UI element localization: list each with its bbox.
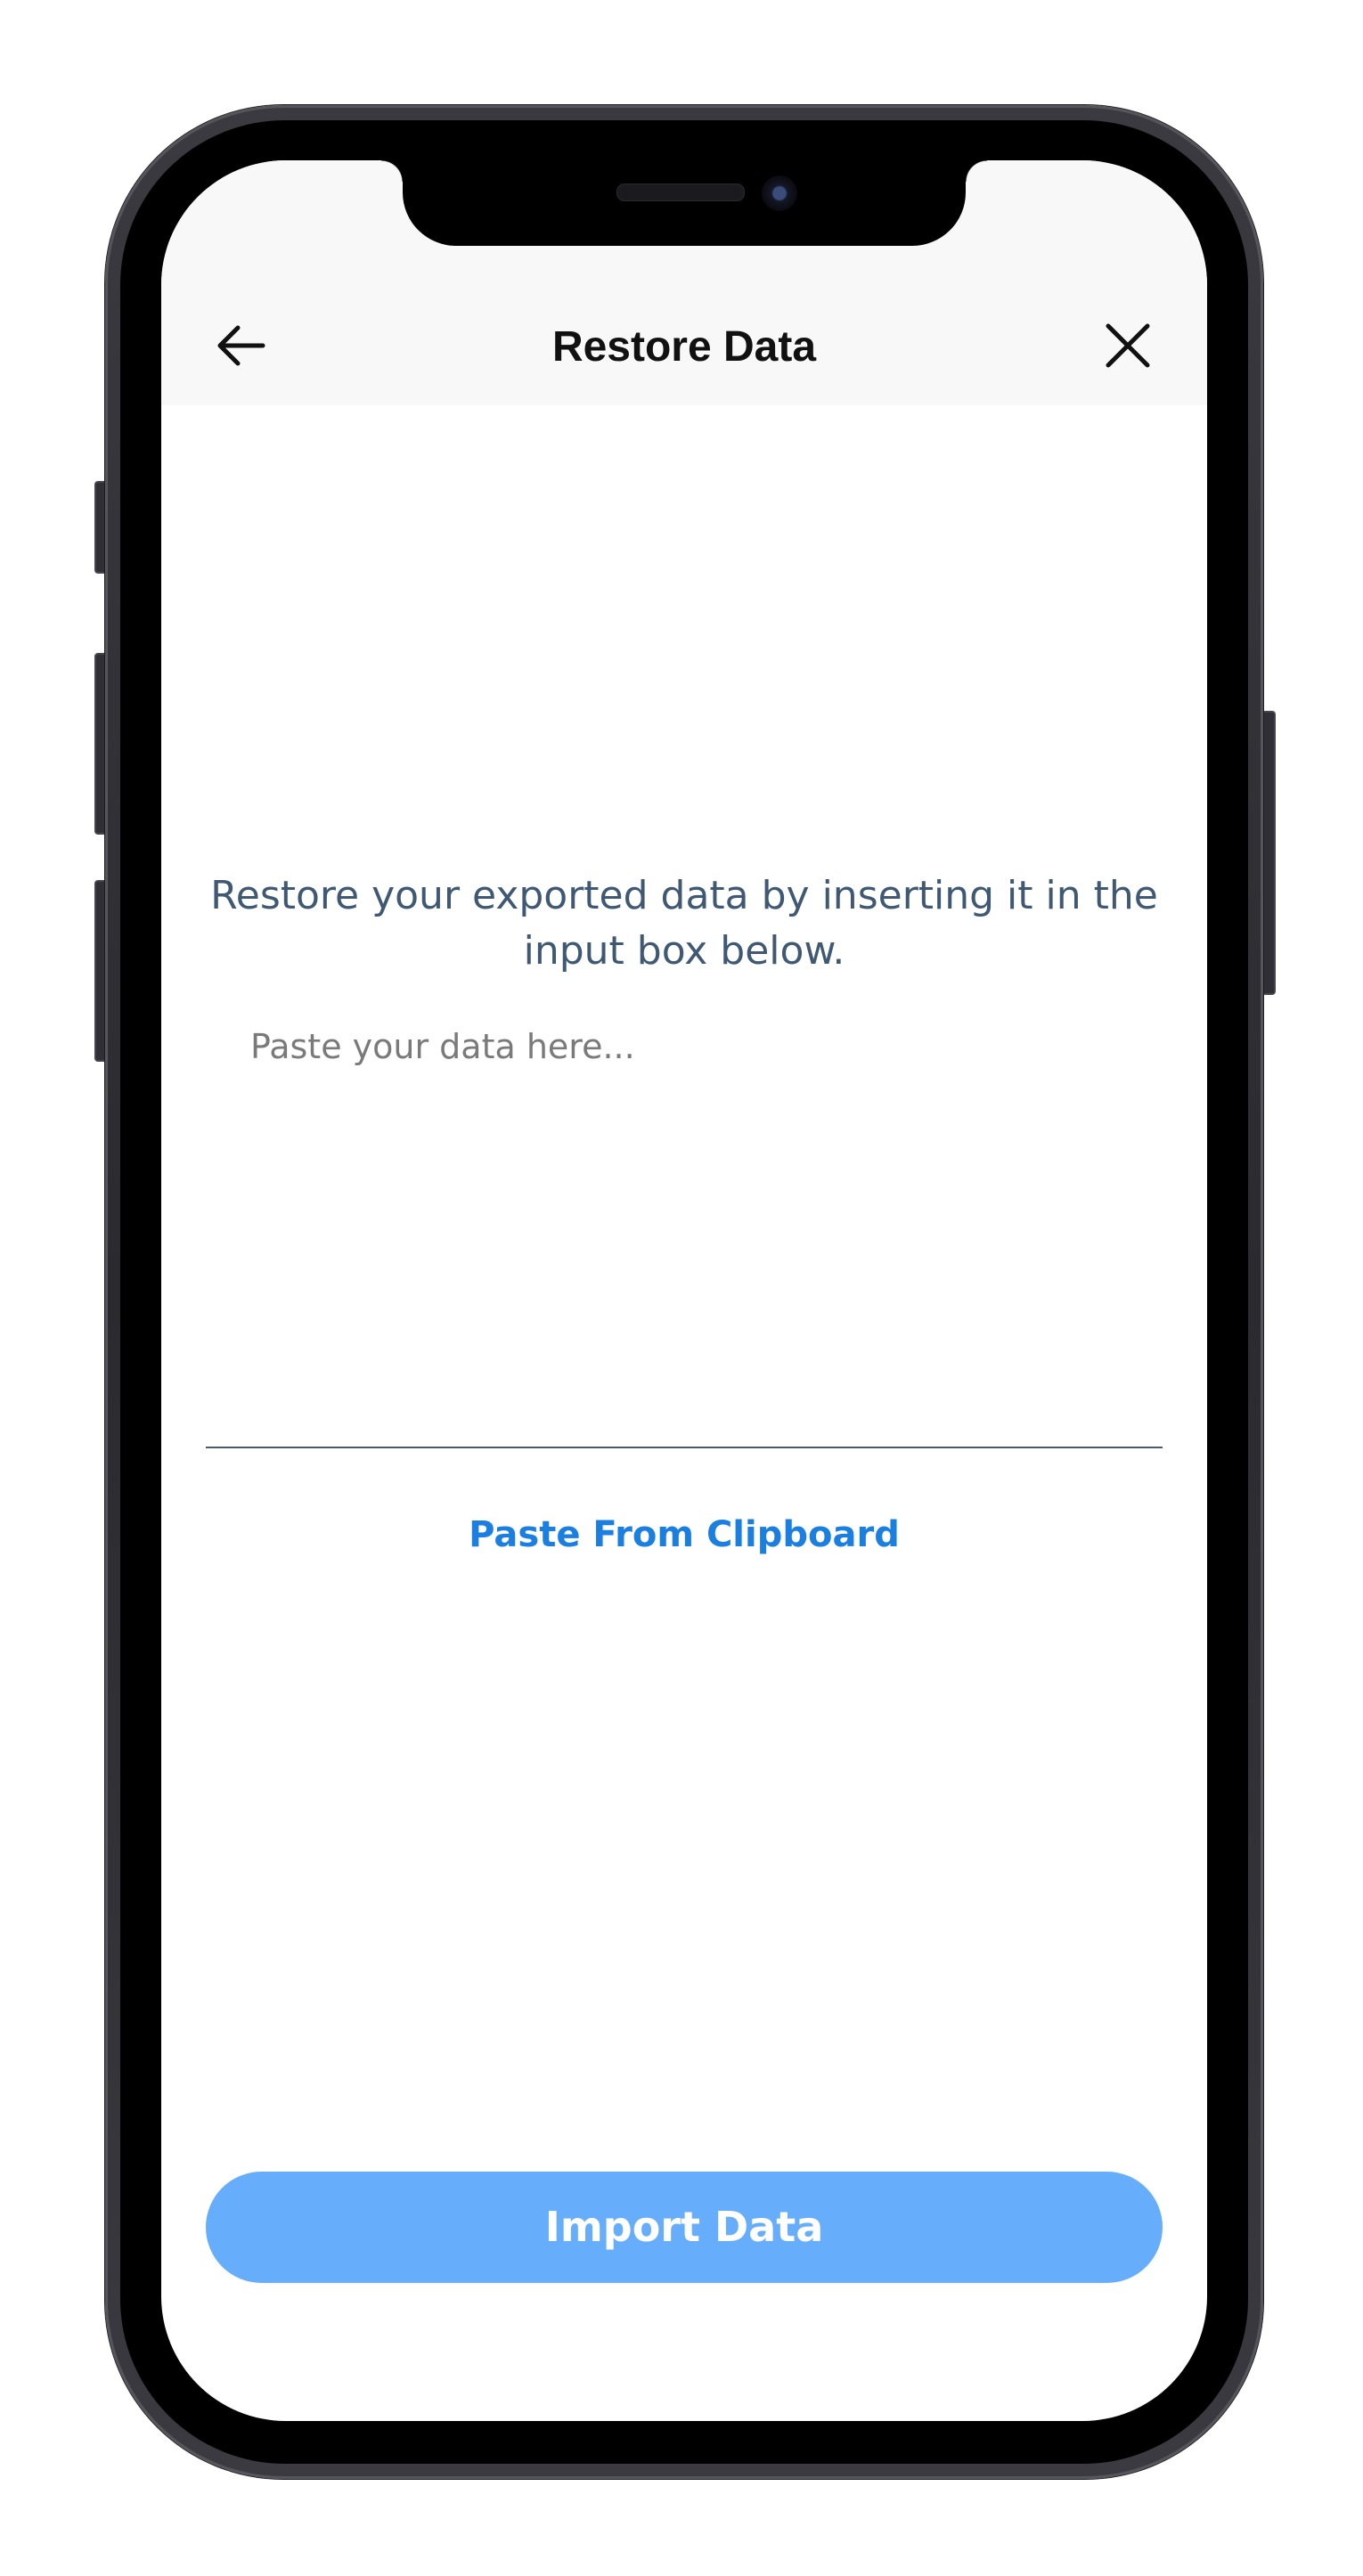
- app-screen: Restore Data Restore your exported data …: [161, 160, 1207, 2421]
- back-button[interactable]: [210, 316, 273, 379]
- import-data-button[interactable]: Import Data: [206, 2172, 1163, 2283]
- notch: [381, 160, 987, 246]
- earpiece-speaker: [616, 183, 745, 201]
- close-button[interactable]: [1097, 316, 1159, 379]
- front-camera: [762, 175, 797, 211]
- device-mockup: Restore Data Restore your exported data …: [0, 0, 1363, 2576]
- power-button: [1261, 711, 1276, 995]
- data-input[interactable]: [206, 1024, 1163, 1448]
- instructions-text: Restore your exported data by inserting …: [210, 873, 1158, 974]
- page-title: Restore Data: [551, 323, 817, 371]
- close-icon: [1103, 321, 1153, 374]
- arrow-left-icon: [213, 317, 270, 378]
- paste-from-clipboard-button[interactable]: Paste From Clipboard: [461, 1504, 907, 1566]
